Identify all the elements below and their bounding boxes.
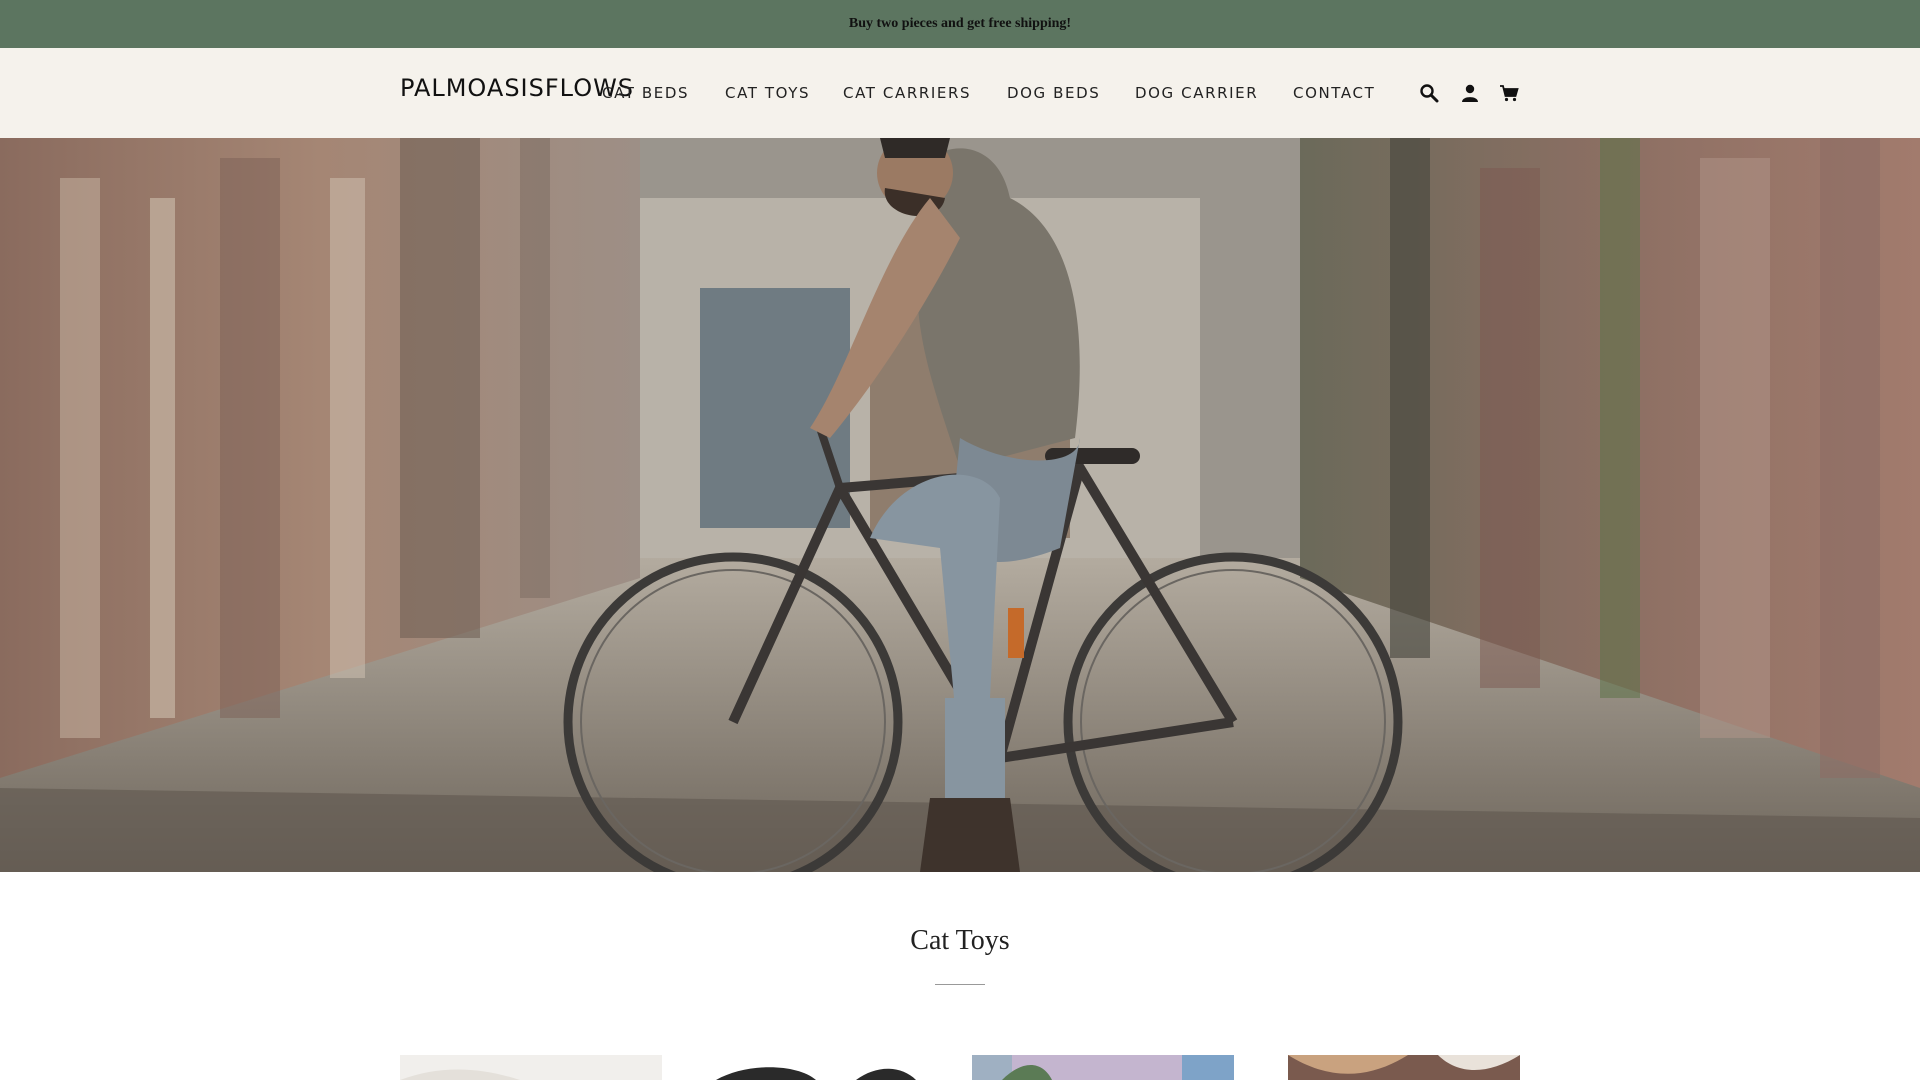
nav-item-dog-carrier[interactable]: DOG CARRIER	[1135, 84, 1258, 102]
announcement-text: Buy two pieces and get free shipping!	[848, 16, 1072, 31]
nav-item-cat-carriers[interactable]: CAT CARRIERS	[843, 84, 971, 102]
account-button[interactable]	[1457, 80, 1483, 106]
nav-item-cat-beds[interactable]: CAT BEDS	[602, 84, 689, 102]
nav-item-cat-toys[interactable]: CAT TOYS	[725, 84, 810, 102]
product-card[interactable]	[1258, 1055, 1520, 1080]
site-header: PALMOASISFLOWS CAT BEDS CAT TOYS CAT CAR…	[0, 48, 1920, 138]
product-card[interactable]	[686, 1055, 948, 1080]
cart-icon	[1499, 83, 1519, 103]
product-card[interactable]	[972, 1055, 1234, 1080]
announcement-bar: Buy two pieces and get free shipping!	[0, 0, 1920, 48]
nav-item-dog-beds[interactable]: DOG BEDS	[1007, 84, 1100, 102]
search-icon	[1419, 83, 1439, 103]
hero-banner[interactable]	[0, 138, 1920, 872]
product-image	[1258, 1055, 1520, 1080]
nav-item-contact[interactable]: CONTACT	[1293, 84, 1375, 102]
product-image	[686, 1055, 948, 1080]
store-logo[interactable]: PALMOASISFLOWS	[400, 74, 634, 102]
account-icon	[1460, 83, 1480, 103]
product-image	[400, 1055, 662, 1080]
cart-button[interactable]	[1496, 80, 1522, 106]
title-divider	[935, 984, 985, 985]
hero-image	[0, 138, 1920, 872]
product-image	[972, 1055, 1234, 1080]
collection-title: Cat Toys	[910, 925, 1010, 956]
product-card[interactable]	[400, 1055, 662, 1080]
search-button[interactable]	[1416, 80, 1442, 106]
